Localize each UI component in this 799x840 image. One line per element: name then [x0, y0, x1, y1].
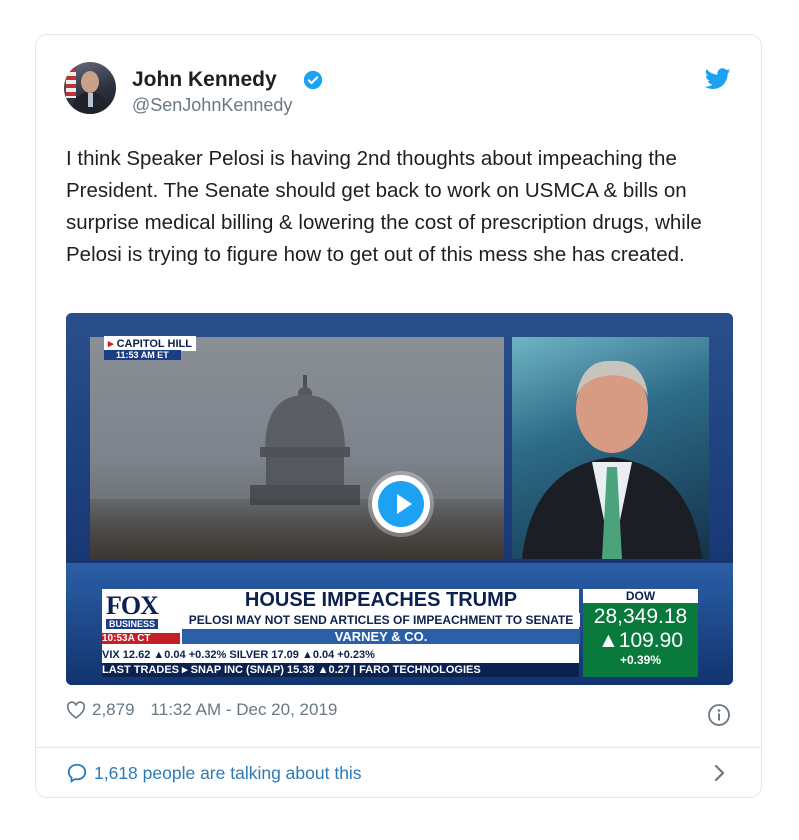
tweet-meta: 2,879 11:32 AM - Dec 20, 2019 — [66, 700, 337, 720]
dow-change: ▲109.90 — [597, 629, 683, 652]
dow-box: DOW 28,349.18 ▲109.90 +0.39% — [583, 589, 698, 677]
tweet-timestamp[interactable]: 11:32 AM - Dec 20, 2019 — [151, 700, 338, 720]
chevron-right-icon[interactable] — [713, 763, 727, 783]
capitol-dome-image — [250, 375, 360, 505]
avatar-flag — [66, 68, 76, 98]
verified-badge-icon — [303, 70, 323, 90]
dow-label: DOW — [583, 589, 698, 603]
dow-value: 28,349.18 — [593, 605, 688, 628]
lower-third: FOX BUSINESS HOUSE IMPEACHES TRUMP PELOS… — [102, 589, 580, 649]
dow-percent: +0.39% — [619, 653, 662, 667]
video-player[interactable]: ▸ CAPITOL HILL 11:53 AM ET FOX BUSINESS … — [66, 313, 733, 685]
tweet-text: I think Speaker Pelosi is having 2nd tho… — [66, 147, 708, 266]
network-sub-text: BUSINESS — [106, 619, 159, 629]
talking-link[interactable]: 1,618 people are talking about this — [66, 762, 362, 784]
tweet-card: John Kennedy @SenJohnKennedy I think Spe… — [35, 34, 762, 798]
video-capitol-pane — [90, 337, 504, 559]
play-button[interactable] — [372, 475, 430, 533]
video-subheadline: PELOSI MAY NOT SEND ARTICLES OF IMPEACHM… — [182, 613, 580, 627]
tree-line-image — [90, 499, 504, 559]
network-logo-text: FOX — [106, 591, 159, 620]
show-name: VARNEY & CO. — [182, 629, 580, 644]
avatar[interactable] — [64, 62, 116, 114]
heart-icon[interactable] — [66, 701, 86, 719]
anchor-image — [522, 360, 702, 559]
twitter-bird-icon[interactable] — [705, 68, 731, 90]
location-time: 11:53 AM ET — [104, 350, 181, 360]
video-headline: HOUSE IMPEACHES TRUMP — [244, 589, 518, 611]
author-handle[interactable]: @SenJohnKennedy — [132, 95, 292, 116]
info-icon[interactable] — [707, 703, 731, 727]
location-label-text: CAPITOL HILL — [116, 338, 192, 350]
avatar-tie — [88, 93, 93, 107]
speech-bubble-icon — [67, 763, 87, 783]
fox-business-logo: FOX BUSINESS — [102, 589, 180, 633]
divider — [36, 747, 761, 748]
last-trades-row: LAST TRADES ▸ SNAP INC (SNAP) 15.38 ▲0.2… — [102, 663, 579, 677]
location-label: ▸ CAPITOL HILL — [104, 336, 196, 351]
author-name[interactable]: John Kennedy — [132, 68, 277, 92]
like-count[interactable]: 2,879 — [92, 700, 135, 720]
market-row: VIX 12.62 ▲0.04 +0.32% SILVER 17.09 ▲0.0… — [102, 649, 579, 663]
play-button-circle — [378, 481, 424, 527]
video-anchor-pane — [512, 337, 709, 559]
broadcast-clock: 10:53A CT — [102, 633, 180, 644]
location-arrow-icon: ▸ — [108, 338, 117, 350]
avatar-face — [81, 71, 99, 93]
play-icon — [397, 494, 412, 514]
talking-label[interactable]: 1,618 people are talking about this — [94, 763, 362, 784]
